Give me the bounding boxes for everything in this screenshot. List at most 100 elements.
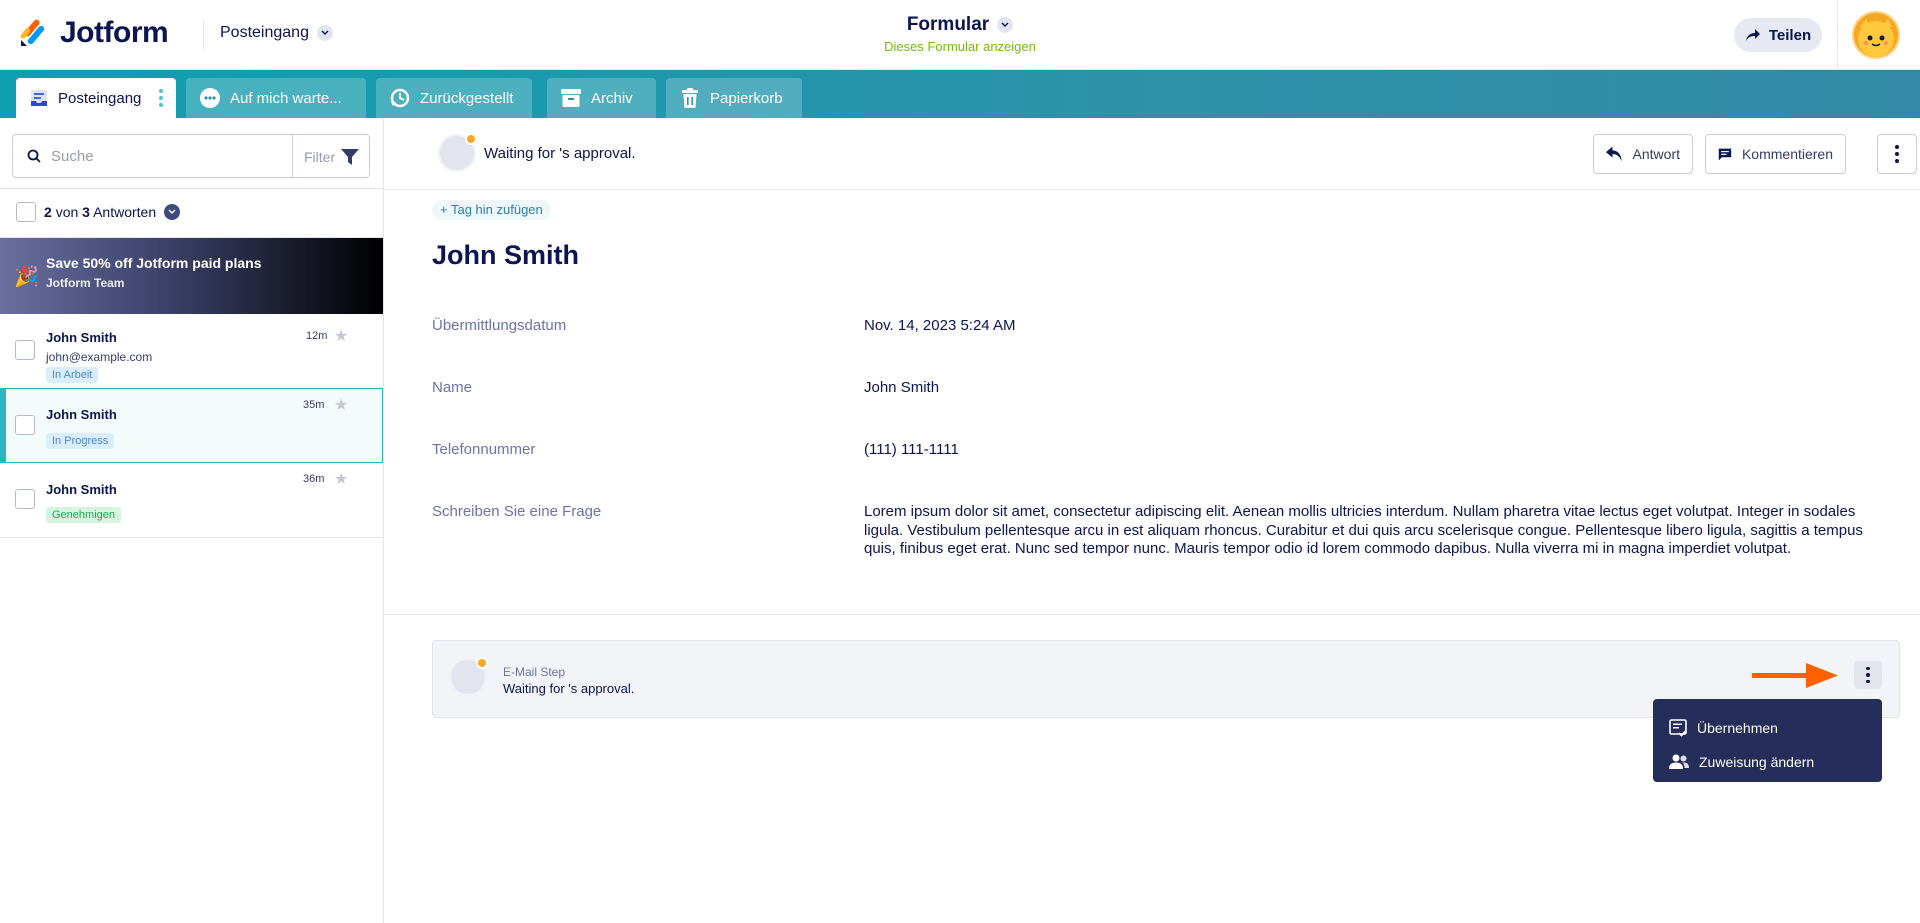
reassign-icon — [1669, 754, 1689, 769]
step-name: E-Mail Step — [503, 665, 566, 679]
step-options-button[interactable] — [1854, 661, 1882, 689]
step-options-menu: Übernehmen Zuweisung ändern — [1653, 699, 1882, 782]
filter-label: Filter — [304, 149, 336, 165]
submission-item[interactable]: John Smith Genehmigen 36m ★ — [0, 463, 383, 538]
field-value: John Smith — [864, 379, 940, 396]
field-label: Übermittlungsdatum — [432, 317, 567, 334]
submission-email: john@example.com — [46, 350, 153, 364]
tab-label: Auf mich warte... — [230, 89, 342, 107]
clock-arrow-icon — [390, 88, 410, 108]
share-button-label: Teilen — [1768, 26, 1812, 44]
star-icon[interactable]: ★ — [334, 469, 348, 489]
assignee-avatar — [438, 133, 477, 172]
search-divider — [292, 135, 293, 177]
chevron-down-icon[interactable] — [164, 204, 181, 220]
tab-waiting-for-me[interactable]: Auf mich warte... — [186, 78, 366, 118]
pending-status-dot — [476, 657, 488, 669]
tab-posteingang[interactable]: Posteingang — [16, 78, 176, 118]
star-icon[interactable]: ★ — [334, 326, 348, 346]
tab-options-icon[interactable] — [159, 89, 164, 107]
form-title: Formular — [906, 14, 990, 35]
divider — [0, 188, 384, 189]
party-popper-icon: 🎉 — [14, 266, 39, 288]
count-text: 2 von 3 Antworten — [44, 204, 156, 220]
status-badge: Genehmigen — [46, 507, 121, 523]
approval-status-text: Waiting for 's approval. — [484, 145, 636, 162]
submission-count: 2 von 3 Antworten — [16, 202, 181, 222]
submission-name: John Smith — [46, 330, 117, 345]
inbox-icon — [30, 88, 48, 108]
tab-label: Zurückgestellt — [420, 89, 514, 107]
tab-postponed[interactable]: Zurückgestellt — [376, 78, 532, 118]
chevron-down-icon — [997, 17, 1014, 33]
field-label: Name — [432, 379, 473, 396]
submission-time: 35m — [303, 399, 325, 411]
reply-arrow-icon — [1606, 146, 1622, 162]
divider — [384, 614, 1920, 615]
count-of: von — [55, 204, 79, 220]
inbox-tabs-bar: Posteingang Auf mich warte... Zurückgest… — [0, 70, 1920, 118]
take-over-icon — [1669, 719, 1687, 737]
star-icon[interactable]: ★ — [334, 395, 348, 415]
header-divider — [1837, 0, 1838, 70]
submission-name: John Smith — [46, 482, 117, 497]
field-value: (111) 111-1111 — [864, 441, 959, 458]
submission-name: John Smith — [46, 407, 117, 422]
form-title-area: Formular Dieses Formular anzeigen — [0, 14, 1920, 54]
field-label: Schreiben Sie eine Frage — [432, 503, 602, 520]
add-tag-button[interactable]: + Tag hin zufügen — [432, 200, 551, 220]
field-label: Telefonnummer — [432, 441, 536, 458]
submission-checkbox[interactable] — [15, 340, 35, 360]
menu-item-reassign[interactable]: Zuweisung ändern — [1653, 745, 1882, 779]
submission-item[interactable]: John Smith john@example.com In Arbeit 12… — [0, 314, 383, 389]
view-form-link[interactable]: Dieses Formular anzeigen — [0, 39, 1920, 54]
promo-banner[interactable]: 🎉 Save 50% off Jotform paid plans Jotfor… — [0, 238, 383, 314]
submission-time: 12m — [306, 330, 328, 342]
share-button[interactable]: Teilen — [1734, 18, 1822, 52]
menu-item-label: Zuweisung ändern — [1699, 754, 1815, 770]
step-status-text: Waiting for 's approval. — [503, 681, 635, 696]
tab-trash[interactable]: Papierkorb — [666, 78, 802, 118]
promo-subtitle: Jotform Team — [46, 276, 125, 290]
submission-header: Waiting for 's approval. Antwort Komment… — [384, 118, 1920, 190]
top-header: Jotform Posteingang Formular Dieses Form… — [0, 0, 1920, 70]
tab-archive[interactable]: Archiv — [547, 78, 656, 118]
menu-item-take-over[interactable]: Übernehmen — [1653, 711, 1882, 745]
submission-checkbox[interactable] — [15, 415, 35, 435]
add-tag-label: Tag hin zufügen — [450, 202, 543, 217]
field-value: Lorem ipsum dolor sit amet, consectetur … — [864, 503, 1863, 557]
reply-label: Antwort — [1632, 146, 1680, 162]
comment-icon — [1718, 148, 1732, 160]
reply-button[interactable]: Antwort — [1593, 134, 1693, 174]
user-avatar[interactable] — [1852, 11, 1900, 59]
trash-icon — [680, 88, 700, 108]
submission-item[interactable]: John Smith In Progress 35m ★ — [0, 388, 383, 463]
select-all-checkbox[interactable] — [16, 202, 36, 222]
search-icon — [27, 149, 41, 163]
count-shown: 2 — [44, 204, 52, 220]
share-arrow-icon — [1745, 29, 1760, 41]
submission-title: John Smith — [432, 240, 579, 270]
promo-title: Save 50% off Jotform paid plans — [46, 255, 262, 271]
status-badge: In Arbeit — [46, 367, 99, 383]
archive-box-icon — [561, 88, 581, 108]
filter-button[interactable]: Filter — [304, 148, 360, 166]
tab-label: Posteingang — [58, 89, 142, 107]
submissions-panel: Suche Filter 2 von 3 Antworten 🎉 Save 50… — [0, 118, 384, 923]
search-input[interactable]: Suche — [51, 148, 94, 165]
more-options-button[interactable] — [1877, 134, 1917, 174]
submission-time: 36m — [303, 473, 325, 485]
status-badge: In Progress — [46, 433, 115, 449]
waiting-icon — [200, 88, 220, 108]
submission-checkbox[interactable] — [15, 489, 35, 509]
comment-label: Kommentieren — [1741, 146, 1833, 162]
filter-funnel-icon — [341, 149, 360, 165]
pending-status-dot — [465, 133, 477, 145]
orange-arrow-icon — [1752, 663, 1838, 688]
comment-button[interactable]: Kommentieren — [1705, 134, 1846, 174]
search-box: Suche Filter — [12, 134, 370, 178]
tab-label: Archiv — [591, 89, 633, 107]
tab-label: Papierkorb — [710, 89, 783, 107]
form-title-dropdown[interactable]: Formular — [906, 14, 1014, 36]
field-value: Nov. 14, 2023 5:24 AM — [864, 317, 1016, 334]
